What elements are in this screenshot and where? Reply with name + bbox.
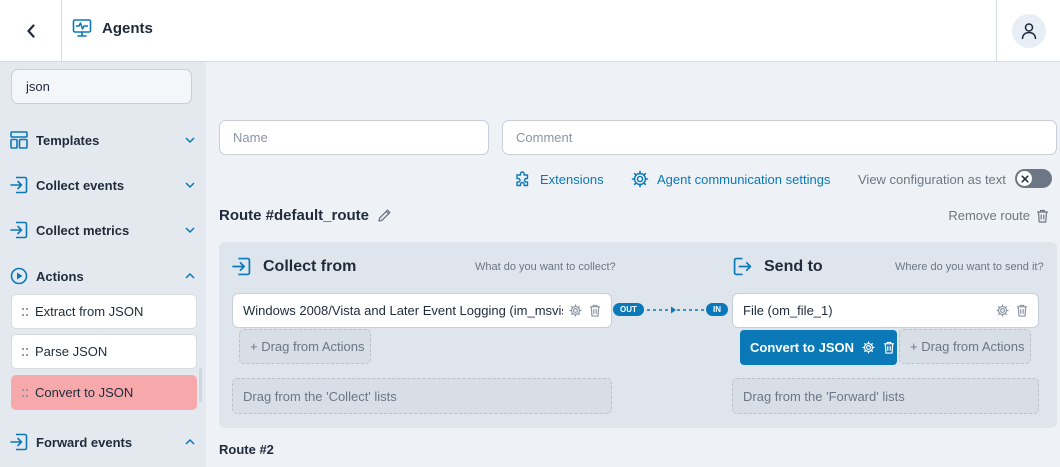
chevron-down-icon (185, 227, 195, 234)
collect-from-title: Collect from (263, 257, 357, 275)
agent-communication-settings-link[interactable]: Agent communication settings (631, 170, 830, 188)
log-in-icon (10, 221, 28, 239)
play-circle-icon (10, 267, 28, 285)
monitor-pulse-icon (72, 19, 92, 37)
sidebar-action-extract-from-json[interactable]: Extract from JSON (11, 294, 197, 329)
collect-drag-actions-zone[interactable]: + Drag from Actions (239, 329, 371, 364)
in-badge: IN (706, 303, 728, 316)
sidebar-section-collect-events[interactable]: Collect events (10, 174, 196, 196)
trash-icon[interactable] (589, 304, 601, 317)
collect-from-header: Collect from (232, 257, 356, 276)
sidebar-section-label: Templates (36, 132, 100, 148)
collect-node-im-msvistalog[interactable]: Windows 2008/Vista and Later Event Loggi… (232, 293, 612, 328)
page-title-text: Agents (102, 19, 153, 37)
node-icons (996, 304, 1028, 317)
trash-icon[interactable] (883, 341, 895, 354)
app-header: Agents (0, 0, 1060, 62)
user-icon (1021, 22, 1036, 39)
send-drag-actions-zone[interactable]: + Drag from Actions (899, 329, 1031, 364)
trash-icon[interactable] (1016, 304, 1028, 317)
action-label: Convert to JSON (35, 385, 134, 400)
user-area (996, 0, 1060, 61)
action-label: Parse JSON (35, 344, 108, 359)
page-title: Agents (72, 18, 153, 38)
send-to-header: Send to (733, 257, 823, 276)
log-in-icon (10, 433, 28, 451)
extensions-label: Extensions (540, 171, 604, 187)
gear-icon[interactable] (862, 341, 875, 354)
collect-node-label: Windows 2008/Vista and Later Event Loggi… (243, 303, 563, 318)
gear-icon (631, 170, 649, 188)
puzzle-icon (516, 171, 529, 187)
sidebar-section-label: Collect metrics (36, 222, 130, 238)
chevron-down-icon (185, 182, 195, 189)
drag-handle-icon (21, 388, 29, 397)
route-2-title: Route #2 (219, 442, 274, 457)
user-menu-button[interactable] (1011, 13, 1046, 48)
route-action-label: Convert to JSON (750, 340, 855, 355)
chevron-down-icon (185, 137, 195, 144)
route-panel: Collect from What do you want to collect… (219, 242, 1057, 428)
gear-icon[interactable] (569, 304, 582, 317)
chevron-up-icon (185, 438, 195, 445)
route-title-text: Route #default_route (219, 207, 370, 224)
out-badge: OUT (613, 303, 644, 316)
name-input[interactable] (219, 120, 489, 155)
sidebar-section-label: Actions (36, 268, 84, 284)
log-in-icon (10, 176, 28, 194)
send-to-title: Send to (764, 257, 823, 275)
send-drag-lists-zone[interactable]: Drag from the 'Forward' lists (732, 378, 1039, 414)
node-icons (569, 304, 601, 317)
agent-communication-label: Agent communication settings (657, 171, 831, 187)
sidebar-section-label: Collect events (36, 177, 125, 193)
drag-handle-icon (21, 307, 29, 316)
sidebar-section-collect-metrics[interactable]: Collect metrics (10, 219, 196, 241)
view-config-text-label: View configuration as text (858, 172, 1006, 187)
collect-drag-lists-zone[interactable]: Drag from the 'Collect' lists (232, 378, 612, 414)
collect-hint: What do you want to collect? (475, 261, 616, 273)
main-content: Extensions Agent communication settings … (206, 62, 1060, 467)
log-out-icon (733, 257, 752, 276)
sidebar-action-convert-to-json[interactable]: Convert to JSON (11, 375, 197, 410)
log-in-icon (232, 257, 251, 276)
chevron-left-icon (26, 23, 35, 38)
send-node-om-file[interactable]: File (om_file_1) (732, 293, 1039, 328)
route-title: Route #default_route (219, 207, 392, 224)
comment-input[interactable] (502, 120, 1057, 155)
sidebar-section-label: Forward events (36, 434, 133, 450)
gear-icon[interactable] (996, 304, 1009, 317)
view-config-text-toggle[interactable] (1015, 169, 1052, 188)
sidebar: Templates Collect events Collect metrics… (0, 62, 206, 467)
sidebar-section-actions[interactable]: Actions (10, 265, 196, 287)
remove-route-button[interactable]: Remove route (948, 208, 1049, 223)
templates-icon (10, 131, 28, 149)
sidebar-action-parse-json[interactable]: Parse JSON (11, 334, 197, 369)
sidebar-scrollbar[interactable] (199, 368, 202, 402)
sidebar-section-templates[interactable]: Templates (10, 129, 196, 151)
connector-arrow (641, 306, 709, 314)
action-label: Extract from JSON (35, 304, 144, 319)
send-hint: Where do you want to send it? (895, 261, 1044, 273)
pencil-icon[interactable] (377, 208, 392, 223)
back-button[interactable] (0, 0, 62, 61)
extensions-link[interactable]: Extensions (514, 170, 604, 188)
chevron-up-icon (185, 272, 195, 279)
send-node-label: File (om_file_1) (743, 303, 833, 318)
route-action-convert-to-json[interactable]: Convert to JSON (740, 330, 897, 365)
search-input[interactable] (11, 69, 192, 104)
remove-route-label: Remove route (948, 208, 1030, 223)
trash-icon (1037, 209, 1048, 223)
drag-handle-icon (21, 347, 29, 356)
toggle-knob (1017, 171, 1032, 186)
sidebar-section-forward-events[interactable]: Forward events (10, 431, 196, 453)
close-icon (1020, 174, 1029, 183)
